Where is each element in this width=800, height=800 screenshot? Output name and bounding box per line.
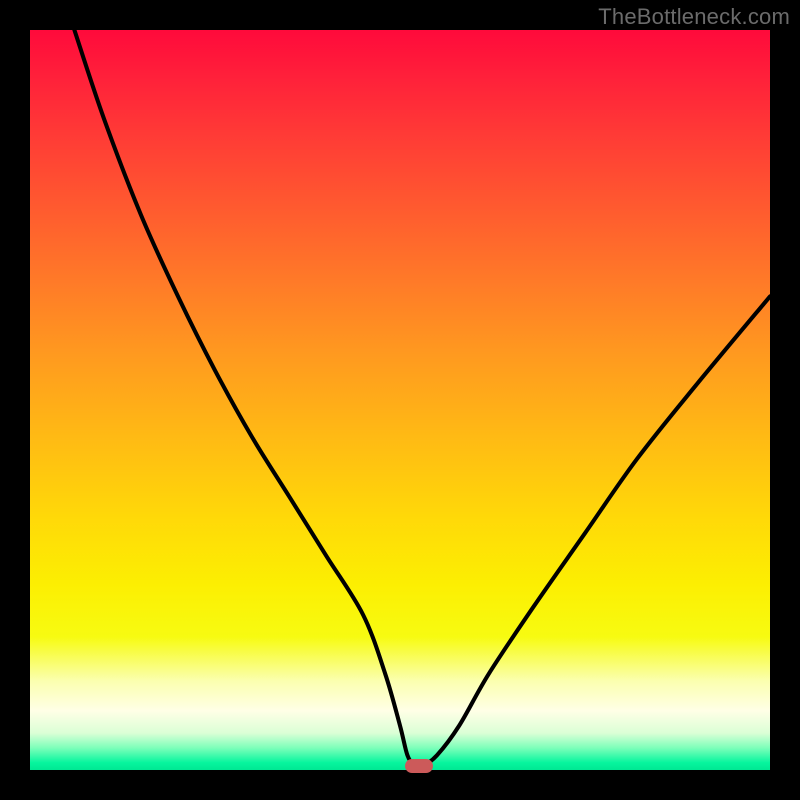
optimal-point-marker <box>405 759 433 773</box>
chart-container: TheBottleneck.com <box>0 0 800 800</box>
bottleneck-curve-path <box>74 30 770 768</box>
curve-svg <box>30 30 770 770</box>
watermark-text: TheBottleneck.com <box>598 4 790 30</box>
plot-area <box>30 30 770 770</box>
